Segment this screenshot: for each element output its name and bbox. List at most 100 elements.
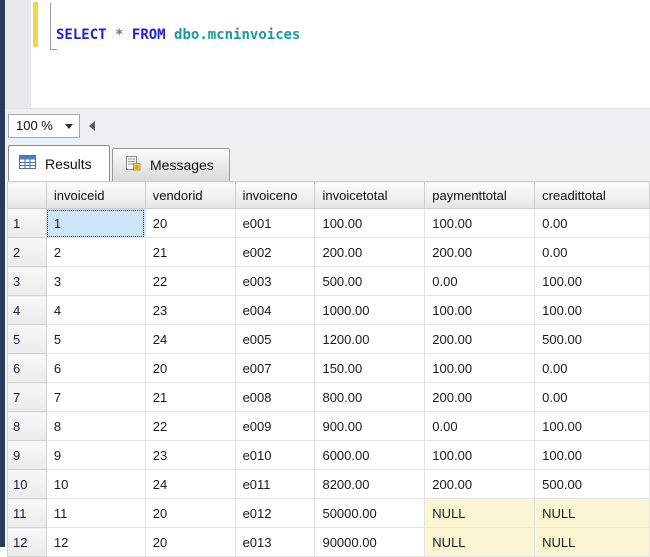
grid-cell[interactable]: e011: [234, 469, 316, 499]
sql-query-text[interactable]: SELECT * FROM dbo.mcninvoices: [56, 27, 300, 43]
column-header[interactable]: invoicetotal: [314, 181, 426, 209]
grid-cell[interactable]: NULL: [424, 527, 536, 557]
editor-status-bar: 100 %: [5, 108, 650, 143]
grid-cell[interactable]: 90000.00: [314, 527, 426, 557]
grid-cell[interactable]: 24: [144, 469, 236, 499]
tab-results[interactable]: Results: [8, 145, 110, 181]
grid-cell[interactable]: 0.00: [424, 411, 536, 441]
grid-cell[interactable]: 21: [144, 382, 236, 412]
grid-cell[interactable]: NULL: [534, 498, 650, 528]
grid-cell[interactable]: 6000.00: [314, 440, 426, 470]
row-number[interactable]: 5: [7, 324, 47, 354]
grid-cell[interactable]: e010: [234, 440, 316, 470]
grid-cell[interactable]: 23: [144, 295, 236, 325]
zoom-level-dropdown[interactable]: 100 %: [8, 114, 80, 138]
grid-cell[interactable]: e007: [234, 353, 316, 383]
grid-cell[interactable]: 0.00: [534, 208, 650, 238]
grid-cell[interactable]: 9: [45, 440, 146, 470]
messages-icon: [125, 156, 141, 174]
column-header[interactable]: invoiceid: [45, 181, 146, 209]
grid-cell[interactable]: 100.00: [534, 411, 650, 441]
grid-cell[interactable]: 200.00: [424, 382, 536, 412]
grid-cell[interactable]: 500.00: [534, 324, 650, 354]
grid-cell[interactable]: e013: [234, 527, 316, 557]
grid-cell[interactable]: 22: [144, 266, 236, 296]
row-number[interactable]: 4: [7, 295, 47, 325]
grid-cell[interactable]: 900.00: [314, 411, 426, 441]
grid-cell[interactable]: 20: [144, 498, 236, 528]
grid-cell[interactable]: 23: [144, 440, 236, 470]
grid-cell[interactable]: e012: [234, 498, 316, 528]
grid-cell[interactable]: 800.00: [314, 382, 426, 412]
grid-cell[interactable]: NULL: [534, 527, 650, 557]
grid-cell[interactable]: 20: [144, 527, 236, 557]
grid-cell[interactable]: 8200.00: [314, 469, 426, 499]
grid-cell[interactable]: 1: [45, 208, 146, 238]
grid-cell[interactable]: 100.00: [534, 440, 650, 470]
grid-cell[interactable]: 0.00: [534, 237, 650, 267]
row-number[interactable]: 3: [7, 266, 47, 296]
changed-lines-bar: [33, 2, 38, 47]
grid-cell[interactable]: e005: [234, 324, 316, 354]
grid-cell[interactable]: 6: [45, 353, 146, 383]
column-header[interactable]: paymenttotal: [424, 181, 536, 209]
grid-cell[interactable]: 100.00: [534, 266, 650, 296]
grid-cell[interactable]: e004: [234, 295, 316, 325]
tab-messages[interactable]: Messages: [112, 148, 230, 181]
grid-cell[interactable]: 100.00: [424, 208, 536, 238]
grid-cell[interactable]: 21: [144, 237, 236, 267]
row-number[interactable]: 6: [7, 353, 47, 383]
grid-cell[interactable]: 2: [45, 237, 146, 267]
grid-cell[interactable]: e008: [234, 382, 316, 412]
grid-cell[interactable]: 7: [45, 382, 146, 412]
row-number[interactable]: 2: [7, 237, 47, 267]
row-number[interactable]: 11: [7, 498, 47, 528]
row-number[interactable]: 9: [7, 440, 47, 470]
row-number[interactable]: 8: [7, 411, 47, 441]
grid-cell[interactable]: 5: [45, 324, 146, 354]
grid-cell[interactable]: 10: [45, 469, 146, 499]
grid-cell[interactable]: 20: [144, 208, 236, 238]
grid-cell[interactable]: 100.00: [534, 295, 650, 325]
grid-cell[interactable]: 1200.00: [314, 324, 426, 354]
grid-cell[interactable]: 100.00: [424, 440, 536, 470]
grid-cell[interactable]: 200.00: [424, 237, 536, 267]
grid-cell[interactable]: 0.00: [534, 353, 650, 383]
grid-cell[interactable]: 0.00: [534, 382, 650, 412]
sql-editor[interactable]: SELECT * FROM dbo.mcninvoices: [5, 0, 650, 108]
grid-cell[interactable]: 100.00: [424, 353, 536, 383]
grid-cell[interactable]: 0.00: [424, 266, 536, 296]
grid-cell[interactable]: 1000.00: [314, 295, 426, 325]
grid-cell[interactable]: 200.00: [314, 237, 426, 267]
grid-cell[interactable]: 12: [45, 527, 146, 557]
grid-cell[interactable]: 20: [144, 353, 236, 383]
grid-cell[interactable]: 50000.00: [314, 498, 426, 528]
grid-corner-cell[interactable]: [7, 181, 47, 209]
grid-cell[interactable]: NULL: [424, 498, 536, 528]
grid-cell[interactable]: 24: [144, 324, 236, 354]
grid-cell[interactable]: 4: [45, 295, 146, 325]
column-header[interactable]: creadittotal: [534, 181, 650, 209]
row-number[interactable]: 10: [7, 469, 47, 499]
grid-cell[interactable]: e003: [234, 266, 316, 296]
grid-cell[interactable]: 11: [45, 498, 146, 528]
row-number[interactable]: 12: [7, 527, 47, 557]
grid-cell[interactable]: e009: [234, 411, 316, 441]
grid-cell[interactable]: 8: [45, 411, 146, 441]
row-number[interactable]: 1: [7, 208, 47, 238]
column-header[interactable]: vendorid: [144, 181, 236, 209]
grid-cell[interactable]: 3: [45, 266, 146, 296]
grid-cell[interactable]: 200.00: [424, 324, 536, 354]
grid-cell[interactable]: 200.00: [424, 469, 536, 499]
grid-cell[interactable]: 150.00: [314, 353, 426, 383]
grid-cell[interactable]: 500.00: [314, 266, 426, 296]
column-header[interactable]: invoiceno: [234, 181, 316, 209]
grid-cell[interactable]: e001: [234, 208, 316, 238]
grid-cell[interactable]: 500.00: [534, 469, 650, 499]
grid-cell[interactable]: 100.00: [424, 295, 536, 325]
grid-cell[interactable]: 100.00: [314, 208, 426, 238]
scroll-left-arrow-icon[interactable]: [89, 121, 95, 131]
grid-cell[interactable]: 22: [144, 411, 236, 441]
row-number[interactable]: 7: [7, 382, 47, 412]
grid-cell[interactable]: e002: [234, 237, 316, 267]
